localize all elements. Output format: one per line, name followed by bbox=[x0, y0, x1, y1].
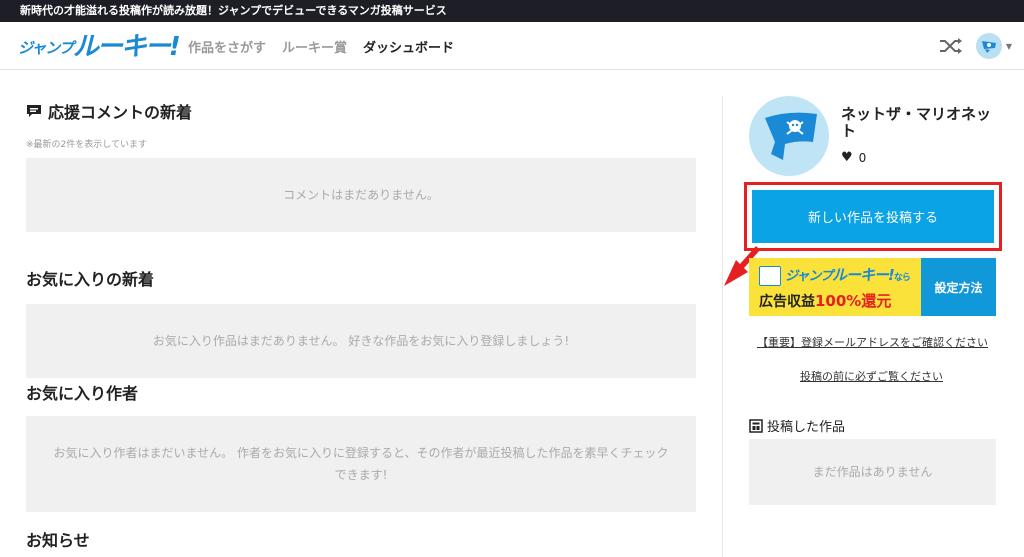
user-avatar-icon[interactable] bbox=[975, 33, 1002, 59]
ad-revenue-banner[interactable]: ジャンプルーキー!なら 広告収益100%還元 設定方法 bbox=[749, 258, 996, 316]
favorite-authors-empty-box: お気に入り作者はまだいません。 作者をお気に入りに登録すると、その作者が最近投稿… bbox=[26, 416, 696, 512]
banner-ad-text: 広告収益100%還元 bbox=[759, 290, 891, 311]
favorite-authors-section-title: お気に入り作者 bbox=[26, 384, 139, 403]
comments-title-text: 応援コメントの新着 bbox=[48, 103, 193, 122]
banner-promo-area: ジャンプルーキー!なら 広告収益100%還元 bbox=[749, 258, 921, 316]
banner-settings-button[interactable]: 設定方法 bbox=[921, 258, 996, 316]
new-post-button[interactable]: 新しい作品を投稿する bbox=[752, 190, 994, 243]
site-logo[interactable]: ジャンプ ルーキー! bbox=[18, 30, 181, 62]
logo-jump-text: ジャンプ bbox=[18, 39, 74, 57]
heart-icon: ♥ bbox=[841, 150, 853, 165]
header-actions: ▼ bbox=[938, 22, 1012, 70]
profile-name[interactable]: ネットザ・マリオネット bbox=[841, 106, 1001, 140]
banner-ad-percent: 100%還元 bbox=[815, 292, 892, 310]
posted-works-empty-box: まだ作品はありません bbox=[749, 439, 996, 505]
read-before-posting-link[interactable]: 投稿の前に必ずご覧ください bbox=[800, 368, 943, 384]
comments-empty-box: コメントはまだありません。 bbox=[26, 158, 696, 232]
nav-rookie-award[interactable]: ルーキー賞 bbox=[282, 37, 347, 56]
favorites-empty-box: お気に入り作品はまだありません。 好きな作品をお気に入り登録しましょう! bbox=[26, 304, 696, 378]
book-icon bbox=[749, 418, 763, 433]
banner-logo-rookie: ルーキー! bbox=[831, 266, 895, 284]
comments-section-title: 応援コメントの新着 bbox=[26, 99, 192, 123]
top-announcement-bar: 新時代の才能溢れる投稿作が読み放題！ジャンプでデビューできるマンガ投稿サービス bbox=[0, 0, 1024, 22]
banner-app-icon bbox=[759, 266, 781, 286]
main-nav: 作品をさがす ルーキー賞 ダッシュボード bbox=[188, 22, 454, 70]
news-section-title: お知らせ bbox=[26, 531, 90, 550]
comment-icon bbox=[27, 104, 41, 117]
likes-count: 0 bbox=[858, 150, 867, 165]
banner-logo-suffix: なら bbox=[893, 273, 911, 283]
pirate-flag-icon bbox=[765, 112, 817, 160]
profile-likes: ♥ 0 bbox=[841, 150, 866, 165]
logo-rookie-text: ルーキー! bbox=[72, 32, 181, 62]
profile-avatar[interactable] bbox=[749, 96, 829, 176]
posted-works-title: 投稿した作品 bbox=[749, 416, 845, 435]
shuffle-icon[interactable] bbox=[938, 36, 964, 56]
banner-logo-jump: ジャンプ bbox=[785, 269, 833, 284]
top-announcement-text: 新時代の才能溢れる投稿作が読み放題！ジャンプでデビューできるマンガ投稿サービス bbox=[20, 4, 447, 17]
caret-down-icon[interactable]: ▼ bbox=[1006, 42, 1012, 51]
posted-works-title-text: 投稿した作品 bbox=[767, 420, 846, 435]
banner-logo: ジャンプルーキー!なら bbox=[785, 264, 911, 285]
nav-search-works[interactable]: 作品をさがす bbox=[188, 37, 266, 56]
comments-note: ※最新の2件を表示しています bbox=[26, 140, 147, 150]
nav-dashboard[interactable]: ダッシュボード bbox=[363, 37, 454, 56]
confirm-email-link[interactable]: 【重要】登録メールアドレスをご確認ください bbox=[757, 334, 988, 350]
banner-ad-label: 広告収益 bbox=[759, 294, 815, 310]
favorites-section-title: お気に入りの新着 bbox=[26, 270, 155, 289]
column-divider bbox=[722, 96, 723, 557]
site-header: ジャンプ ルーキー! 作品をさがす ルーキー賞 ダッシュボード ▼ bbox=[0, 22, 1024, 70]
